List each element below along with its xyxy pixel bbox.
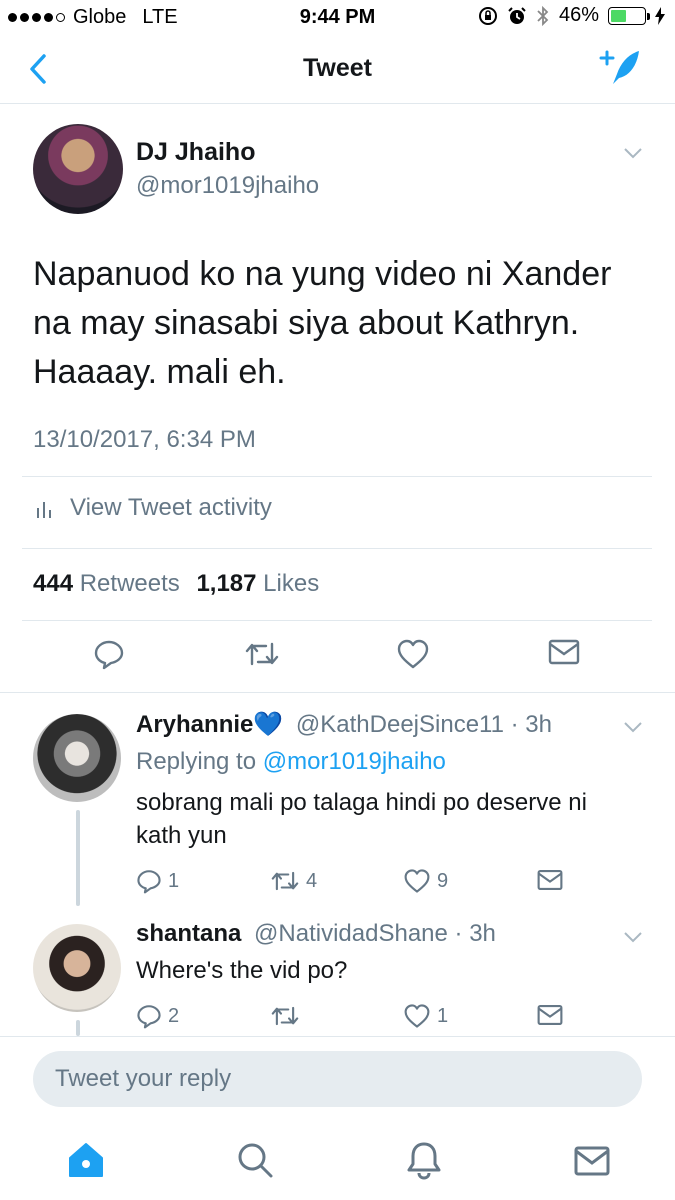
reply-header: Aryhannie💙 @KathDeejSince11 · 3h: [136, 710, 552, 739]
compose-tweet-icon: [599, 50, 639, 84]
retweets-label: Retweets: [79, 570, 180, 597]
mail-icon: [548, 639, 580, 665]
back-button[interactable]: [24, 52, 54, 86]
reply-button[interactable]: 2: [136, 1003, 179, 1029]
retweet-icon: [245, 642, 279, 666]
charging-icon: [655, 6, 665, 25]
home-icon: [69, 1143, 103, 1177]
like-button[interactable]: [396, 638, 430, 670]
reply-text: Where's the vid po?: [136, 957, 348, 984]
reply-text: sobrang mali po talaga hindi po deserve …: [136, 789, 587, 849]
notifications-icon: [407, 1142, 441, 1180]
retweets-stat[interactable]: 444 Retweets: [33, 570, 180, 597]
retweet-button[interactable]: [270, 1003, 300, 1029]
like-button[interactable]: 9: [403, 868, 448, 894]
chevron-left-icon: [30, 54, 46, 84]
reply-button[interactable]: [93, 638, 125, 670]
chevron-down-icon: [624, 932, 642, 943]
bar-chart-icon: [37, 502, 51, 518]
retweet-button[interactable]: 4: [270, 868, 317, 894]
tweet-menu-button[interactable]: [623, 146, 643, 160]
likes-stat[interactable]: 1,187 Likes: [196, 570, 319, 597]
nav-bar: Tweet: [0, 34, 675, 104]
reply-composer: [0, 1036, 675, 1122]
orientation-lock-icon: [478, 6, 497, 25]
view-tweet-activity-label: View Tweet activity: [70, 494, 272, 521]
share-button[interactable]: [537, 868, 563, 892]
reply-header: shantana @NatividadShane · 3h: [136, 920, 496, 948]
tab-bar: [0, 1122, 675, 1200]
author-name[interactable]: DJ Jhaiho: [136, 138, 255, 167]
alarm-icon: [508, 6, 526, 24]
reply-author-handle[interactable]: @KathDeejSince11: [296, 711, 504, 738]
heart-icon: [404, 869, 430, 893]
reply-count: 2: [168, 1004, 180, 1027]
compose-tweet-button[interactable]: [599, 48, 645, 88]
view-tweet-activity-button[interactable]: View Tweet activity: [36, 494, 272, 522]
reply-menu-button[interactable]: [623, 720, 643, 734]
messages-icon: [574, 1146, 610, 1176]
battery-level: [611, 9, 626, 22]
divider: [22, 476, 652, 477]
section-divider: [0, 692, 675, 693]
tweet-actions: [0, 638, 675, 678]
reply-count: 1: [168, 869, 180, 892]
mail-icon: [537, 1005, 563, 1025]
author-avatar[interactable]: [33, 124, 123, 214]
tab-messages[interactable]: [572, 1140, 612, 1180]
reply-icon: [137, 870, 161, 894]
share-button[interactable]: [537, 1003, 563, 1027]
retweets-count: 444: [33, 570, 74, 597]
battery-icon: [608, 6, 650, 25]
chevron-down-icon: [624, 722, 642, 733]
reply-button[interactable]: 1: [136, 868, 179, 894]
tab-home[interactable]: [66, 1140, 106, 1180]
tab-notifications[interactable]: [404, 1140, 444, 1180]
reply-author-name[interactable]: Aryhannie💙: [136, 711, 283, 738]
reply-time: · 3h: [454, 920, 496, 947]
heart-icon: [397, 639, 429, 669]
mail-icon: [537, 870, 563, 890]
reply-actions: 1 4 9: [0, 868, 675, 908]
heart-icon: [404, 1004, 430, 1028]
reply-icon: [137, 1005, 161, 1029]
reply-avatar[interactable]: [33, 924, 121, 1012]
likes-count: 1,187: [196, 570, 257, 597]
page-title: Tweet: [303, 54, 372, 82]
reply-menu-button[interactable]: [623, 930, 643, 944]
author-handle[interactable]: @mor1019jhaiho: [136, 172, 319, 200]
tweet-text: Napanuod ko na yung video ni Xander na m…: [33, 255, 612, 391]
share-button[interactable]: [548, 638, 580, 666]
replying-to: Replying to @mor1019jhaiho: [136, 748, 446, 776]
likes-label: Likes: [263, 570, 320, 597]
retweet-button[interactable]: [244, 638, 280, 670]
tab-search[interactable]: [235, 1140, 275, 1180]
reply-input[interactable]: [33, 1051, 642, 1107]
reply-author-handle[interactable]: @NatividadShane: [254, 920, 448, 947]
status-right: 46%: [478, 4, 665, 27]
retweet-icon: [271, 1006, 299, 1026]
search-icon: [238, 1143, 273, 1178]
like-count: 9: [437, 869, 449, 892]
bluetooth-icon: [537, 5, 549, 26]
chevron-down-icon: [624, 148, 642, 159]
reply-avatar[interactable]: [33, 714, 121, 802]
replying-to-mention[interactable]: @mor1019jhaiho: [263, 748, 446, 775]
reply-icon: [94, 640, 124, 670]
status-bar: Globe LTE 9:44 PM 46%: [0, 0, 675, 34]
divider: [22, 548, 652, 549]
replying-to-label: Replying to: [136, 748, 257, 775]
reply-author-name[interactable]: shantana: [136, 920, 241, 947]
reply-time: · 3h: [510, 711, 552, 738]
divider: [22, 620, 652, 621]
like-button[interactable]: 1: [403, 1003, 448, 1029]
battery-percent: 46%: [558, 4, 599, 26]
like-count: 1: [437, 1004, 449, 1027]
tweet-timestamp: 13/10/2017, 6:34 PM: [33, 426, 256, 453]
retweet-count: 4: [306, 869, 318, 892]
engagement-counts: 444 Retweets 1,187 Likes: [33, 570, 319, 598]
retweet-icon: [271, 871, 299, 891]
